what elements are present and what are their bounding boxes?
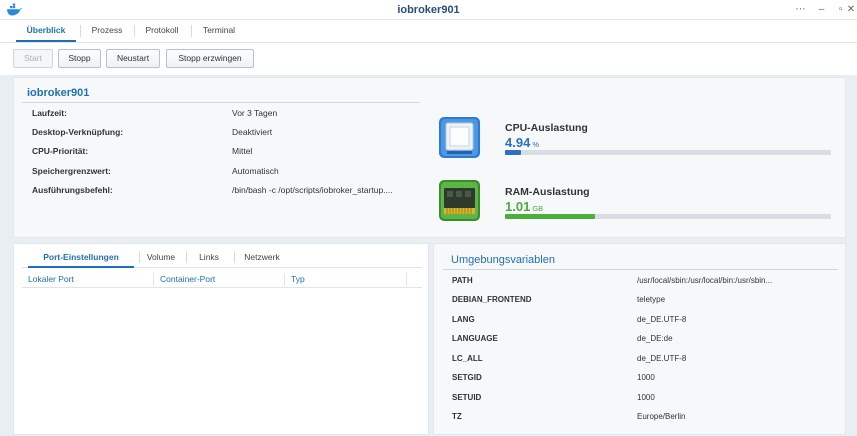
tab-divider — [80, 25, 81, 37]
env-var-name: SETGID — [452, 373, 482, 382]
env-var-name: DEBIAN_FRONTEND — [452, 295, 532, 304]
overview-panel: iobroker901 Laufzeit: Vor 3 Tagen Deskto… — [13, 77, 846, 238]
env-var-value: de_DE.UTF-8 — [637, 315, 687, 324]
env-var-name: LANGUAGE — [452, 334, 498, 343]
env-var-name: SETUID — [452, 393, 482, 402]
force-stop-button[interactable]: Stopp erzwingen — [166, 49, 254, 68]
tab-divider — [234, 251, 235, 263]
tab-divider — [186, 251, 187, 263]
env-var-value: Europe/Berlin — [637, 412, 686, 421]
tab-divider — [191, 25, 192, 37]
environment-title: Umgebungsvariablen — [451, 254, 555, 266]
env-var-name: LANG — [452, 315, 475, 324]
cpu-icon — [439, 117, 480, 158]
window-title: iobroker901 — [397, 4, 460, 16]
tab-links[interactable]: Links — [189, 246, 229, 268]
env-var-value: 1000 — [637, 373, 655, 382]
ram-icon — [439, 180, 480, 221]
divider — [22, 102, 420, 103]
tab-network[interactable]: Netzwerk — [237, 246, 287, 268]
tab-process[interactable]: Prozess — [84, 20, 130, 42]
desktop-shortcut-value: Deaktiviert — [232, 127, 273, 137]
runtime-label: Laufzeit: — [32, 108, 67, 118]
memory-limit-value: Automatisch — [232, 166, 279, 176]
env-var-name: LC_ALL — [452, 354, 483, 363]
stop-button[interactable]: Stopp — [58, 49, 101, 68]
minimize-icon[interactable]: – — [815, 3, 828, 16]
tab-volume[interactable]: Volume — [142, 246, 180, 268]
port-subtabs: Port-Einstellungen Volume Links Netzwerk — [22, 246, 422, 268]
cpu-priority-value: Mittel — [232, 146, 253, 156]
cpu-usage-bar — [505, 150, 831, 155]
env-var-name: PATH — [452, 276, 473, 285]
runtime-value: Vor 3 Tagen — [232, 108, 278, 118]
divider — [443, 269, 838, 270]
env-var-value: 1000 — [637, 393, 655, 402]
column-local-port[interactable]: Lokaler Port — [22, 271, 152, 288]
more-options-icon[interactable]: ⋯ — [794, 3, 807, 16]
ram-usage-value: 1.01 GB — [505, 199, 544, 214]
command-value: /bin/bash -c /opt/scripts/iobroker_start… — [232, 185, 393, 195]
tab-divider — [139, 251, 140, 263]
action-toolbar: Start Stopp Neustart Stopp erzwingen — [0, 43, 857, 75]
env-var-value: de_DE.UTF-8 — [637, 354, 687, 363]
tab-log[interactable]: Protokoll — [137, 20, 187, 42]
tab-divider — [134, 25, 135, 37]
close-icon[interactable]: ✕ — [846, 3, 856, 16]
environment-panel: Umgebungsvariablen PATH /usr/local/sbin:… — [433, 243, 846, 435]
cpu-usage-value: 4.94% — [505, 135, 539, 150]
cpu-usage-label: CPU-Auslastung — [505, 122, 588, 134]
ram-usage-label: RAM-Auslastung — [505, 186, 590, 198]
column-divider — [406, 273, 407, 286]
container-name: iobroker901 — [27, 87, 90, 99]
restart-button[interactable]: Neustart — [106, 49, 160, 68]
main-tabs: Überblick Prozess Protokoll Terminal — [0, 20, 857, 43]
memory-limit-label: Speichergrenzwert: — [32, 166, 111, 176]
ports-table-header: Lokaler Port Container-Port Typ — [22, 271, 422, 288]
column-container-port[interactable]: Container-Port — [154, 271, 284, 288]
tab-terminal[interactable]: Terminal — [194, 20, 244, 42]
env-var-value: teletype — [637, 295, 666, 304]
start-button[interactable]: Start — [13, 49, 53, 68]
column-type[interactable]: Typ — [285, 271, 405, 288]
cpu-priority-label: CPU-Priorität: — [32, 146, 89, 156]
ports-panel: Port-Einstellungen Volume Links Netzwerk… — [13, 243, 429, 435]
title-bar: iobroker901 ⋯ – ▫ ✕ — [0, 0, 857, 20]
env-var-value: de_DE:de — [637, 334, 673, 343]
ram-usage-bar-fill — [505, 214, 595, 219]
tab-port-settings[interactable]: Port-Einstellungen — [28, 246, 134, 268]
cpu-usage-bar-fill — [505, 150, 522, 155]
env-var-name: TZ — [452, 412, 462, 421]
ram-usage-bar — [505, 214, 831, 219]
env-var-value: /usr/local/sbin:/usr/local/bin:/usr/sbin… — [637, 276, 773, 285]
tab-overview[interactable]: Überblick — [16, 20, 76, 42]
desktop-shortcut-label: Desktop-Verknüpfung: — [32, 127, 124, 137]
command-label: Ausführungsbefehl: — [32, 185, 113, 195]
